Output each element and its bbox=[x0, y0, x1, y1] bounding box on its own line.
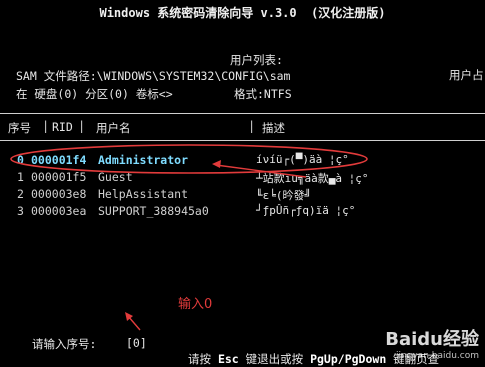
highlight-ellipse bbox=[10, 144, 368, 174]
annotation-text: 输入0 bbox=[178, 297, 213, 312]
footer-text: 请按 bbox=[188, 352, 218, 366]
prompt-label: 请输入序号: bbox=[32, 337, 97, 351]
watermark-url: jingyan.baidu.com bbox=[395, 351, 479, 361]
annotation-overlay bbox=[10, 144, 368, 331]
esc-key: Esc bbox=[217, 352, 239, 366]
pgup-pgdown-key: PgUp/PgDown bbox=[310, 352, 387, 366]
prompt-input[interactable]: [0] bbox=[126, 336, 147, 350]
watermark: Baidu经验 jingyan.baidu.com bbox=[385, 325, 479, 361]
arrow-icon bbox=[212, 160, 307, 178]
watermark-brand: Baidu经验 bbox=[385, 329, 479, 350]
arrow-icon bbox=[125, 312, 141, 331]
footer-text: 键退出或按 bbox=[238, 352, 311, 366]
